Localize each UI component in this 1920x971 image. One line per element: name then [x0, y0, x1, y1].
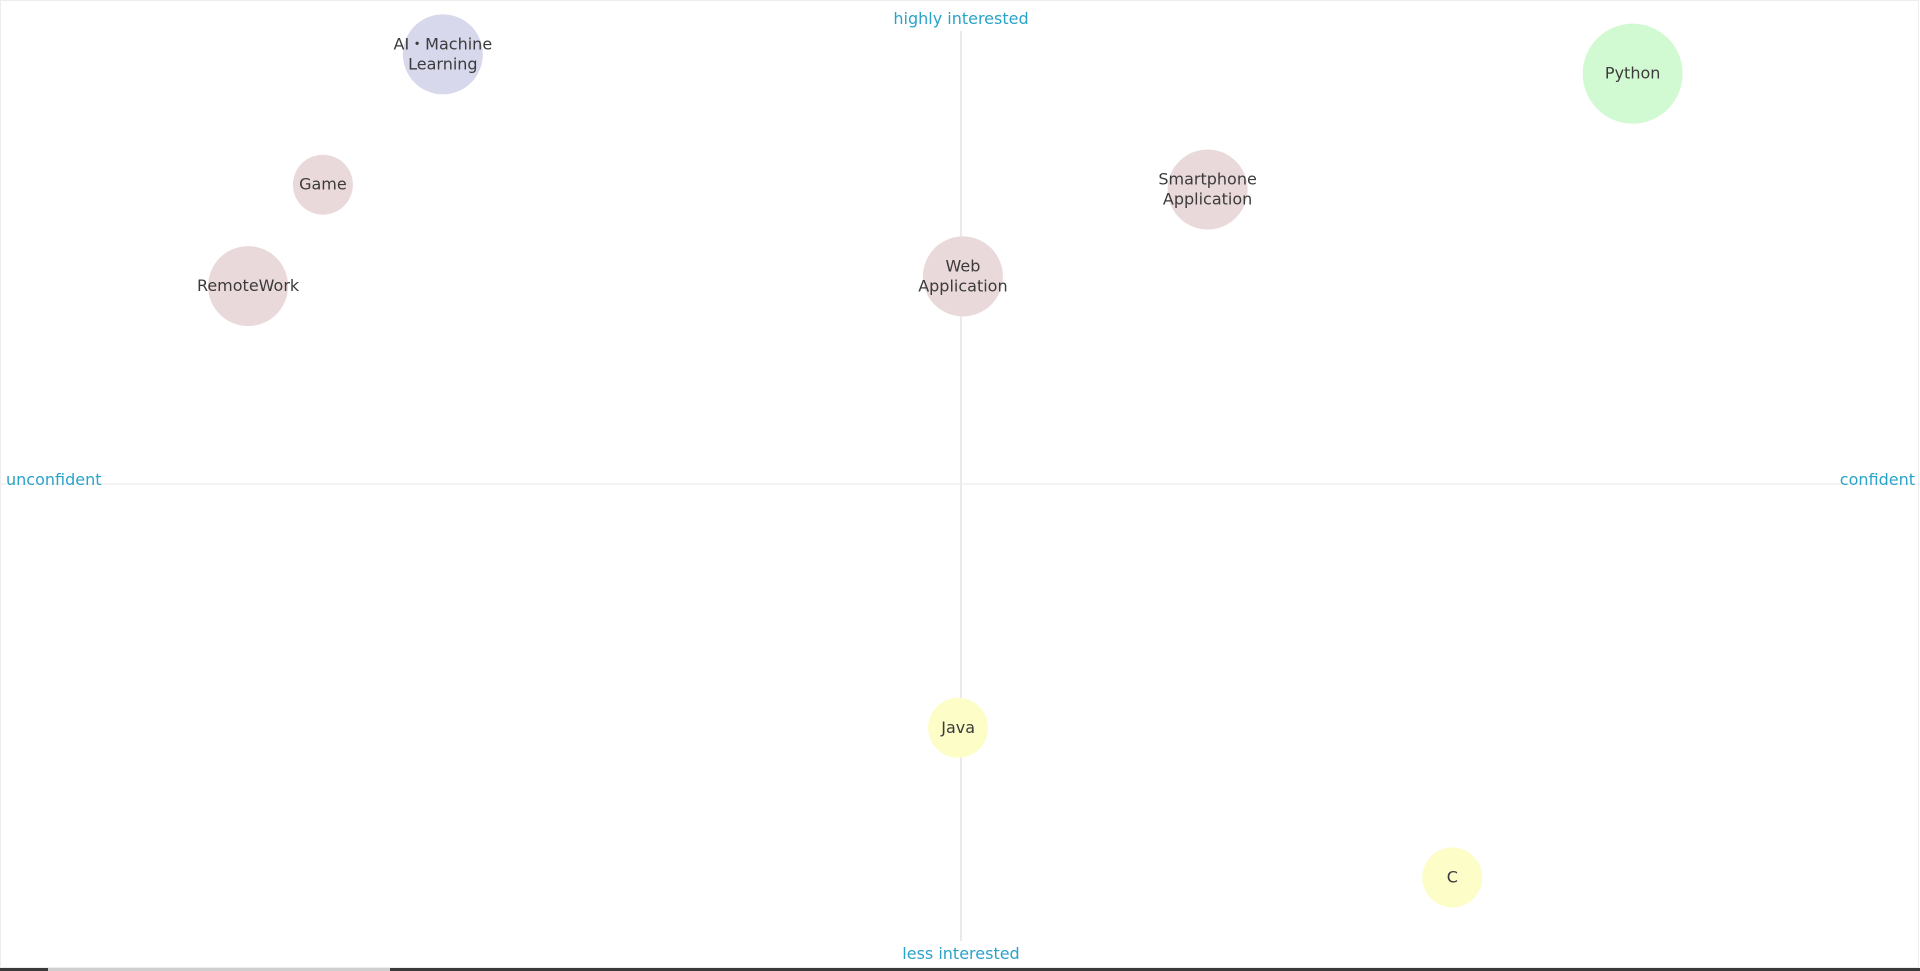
bubble-c: C	[1422, 847, 1483, 908]
bubble-label: C	[1447, 867, 1458, 886]
bubble-label-line: RemoteWork	[197, 276, 300, 295]
bubble-label: RemoteWork	[197, 276, 300, 295]
bubble-label: Python	[1605, 64, 1660, 83]
bubble-chart: AI・Machine Learning PythonGame Smartphone Ap…	[1, 9, 1919, 963]
bubble-remotework: RemoteWork	[197, 246, 300, 327]
axes-layer	[1, 31, 1919, 941]
bubble-label-line: Application	[918, 276, 1007, 295]
bubble-python: Python	[1582, 23, 1683, 124]
bubble-label: Smartphone Application	[1158, 170, 1256, 209]
axis-label-right: confident	[1840, 470, 1915, 489]
bubble-label-line: Java	[940, 718, 975, 737]
bubble-label: AI・Machine Learning	[394, 34, 493, 73]
bubble-label-line: Game	[299, 175, 347, 194]
bubble-java: Java	[928, 697, 989, 758]
axis-label-top: highly interested	[893, 9, 1028, 28]
bubble-ai-machine-learning: AI・Machine Learning	[394, 14, 493, 95]
bubble-label-line: Web	[945, 256, 980, 275]
bubble-label: Java	[940, 718, 975, 737]
bubble-game: Game	[292, 154, 353, 215]
axis-label-left: unconfident	[6, 470, 102, 489]
bubble-label-line: Smartphone	[1158, 170, 1256, 189]
bubble-label-line: C	[1447, 867, 1458, 886]
axis-label-bottom: less interested	[902, 944, 1019, 963]
bubble-smartphone-application: Smartphone Application	[1158, 149, 1257, 230]
bubbles-layer: AI・Machine Learning PythonGame Smartphone Ap…	[197, 14, 1683, 908]
bubble-label: Game	[299, 175, 347, 194]
chart-frame: AI・Machine Learning Python Game Smartphone Ap…	[0, 0, 1919, 968]
bubble-label-line: AI・Machine	[394, 34, 493, 53]
bubble-web-application: Web Application	[918, 236, 1008, 317]
bubble-label-line: Learning	[408, 54, 477, 73]
bubble-label-line: Application	[1163, 190, 1252, 209]
bubble-label-line: Python	[1605, 64, 1660, 83]
